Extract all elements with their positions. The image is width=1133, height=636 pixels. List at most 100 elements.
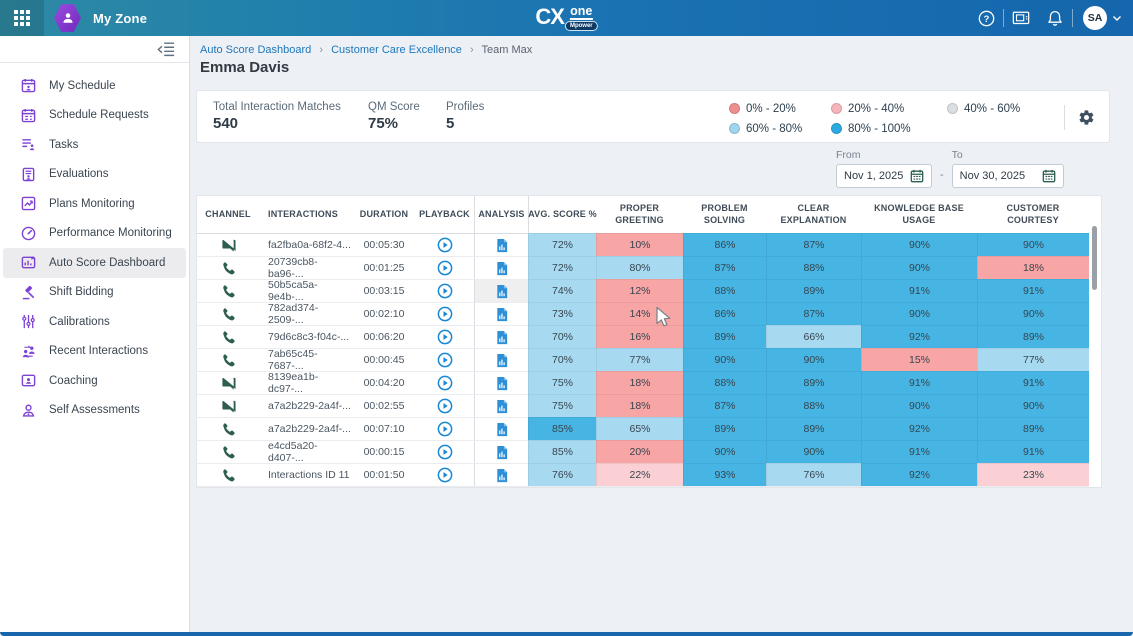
phone-icon <box>221 330 235 344</box>
phone-icon <box>221 261 235 275</box>
play-button[interactable] <box>437 352 453 368</box>
user-avatar[interactable]: SA <box>1083 6 1107 30</box>
sidebar-item-label: Calibrations <box>49 316 110 328</box>
score-cell: 87% <box>766 233 861 256</box>
avg-score-cell: 70% <box>528 325 596 348</box>
table-row: 7ab65c45-7687-...00:00:4570%77%90%90%15%… <box>197 349 1089 372</box>
breadcrumb: Auto Score Dashboard › Customer Care Exc… <box>200 44 532 56</box>
sidebar-item-recent-interactions[interactable]: Recent Interactions <box>3 337 186 367</box>
play-button[interactable] <box>437 421 453 437</box>
score-cell: 88% <box>766 394 861 417</box>
calendar-icon <box>910 169 924 183</box>
legend-item[interactable]: 60% - 80% <box>729 123 831 135</box>
agent-screen-button[interactable] <box>1004 0 1038 36</box>
scrollbar-thumb[interactable] <box>1092 226 1097 290</box>
play-icon <box>437 283 453 299</box>
analysis-report-icon <box>495 330 509 345</box>
from-date-input[interactable]: Nov 1, 2025 <box>836 164 932 188</box>
phone-icon <box>221 353 235 367</box>
analysis-button[interactable] <box>495 445 509 460</box>
table-row: a7a2b229-2a4f-...00:07:1085%65%89%89%92%… <box>197 418 1089 441</box>
sidebar-item-tasks[interactable]: Tasks <box>3 130 186 160</box>
duration-cell: 00:00:15 <box>353 441 415 463</box>
sidebar-item-shift-bidding[interactable]: Shift Bidding <box>3 278 186 308</box>
plans-chart-icon <box>21 196 36 211</box>
channel-cell <box>197 234 259 256</box>
breadcrumb-link-auto-score-dashboard[interactable]: Auto Score Dashboard <box>200 44 311 56</box>
play-button[interactable] <box>437 329 453 345</box>
avg-score-cell: 74% <box>528 279 596 302</box>
breadcrumb-link-customer-care-excellence[interactable]: Customer Care Excellence <box>331 44 462 56</box>
score-cell: 66% <box>766 325 861 348</box>
analysis-button[interactable] <box>495 399 509 414</box>
sidebar-item-label: Coaching <box>49 375 98 387</box>
sidebar-collapse-button[interactable] <box>0 36 189 63</box>
page-title: Emma Davis <box>200 59 289 76</box>
sidebar-item-my-schedule[interactable]: My Schedule <box>3 71 186 101</box>
legend-item[interactable]: 40% - 60% <box>947 103 1051 115</box>
score-cell: 92% <box>861 325 977 348</box>
stat-profiles: Profiles 5 <box>446 101 506 132</box>
avg-score-cell: 72% <box>528 256 596 279</box>
main-content: Auto Score Dashboard › Customer Care Exc… <box>190 36 1133 632</box>
score-cell: 90% <box>977 302 1089 325</box>
notifications-button[interactable] <box>1038 0 1072 36</box>
chevron-down-icon[interactable] <box>1111 12 1123 24</box>
sidebar-item-calibrations[interactable]: Calibrations <box>3 307 186 337</box>
play-button[interactable] <box>437 398 453 414</box>
play-button[interactable] <box>437 375 453 391</box>
score-cell: 77% <box>977 348 1089 371</box>
sidebar-item-performance-monitoring[interactable]: Performance Monitoring <box>3 219 186 249</box>
to-date-group: To Nov 30, 2025 <box>952 149 1064 188</box>
analysis-report-icon <box>495 399 509 414</box>
legend-item[interactable]: 80% - 100% <box>831 123 947 135</box>
interactions-table: CHANNELINTERACTIONSDURATIONPLAYBACKANALY… <box>196 195 1102 488</box>
table-row: 8139ea1b-dc97-...00:04:2075%18%88%89%91%… <box>197 372 1089 395</box>
legend-item[interactable]: 0% - 20% <box>729 103 831 115</box>
analysis-button[interactable] <box>495 376 509 391</box>
play-button[interactable] <box>437 444 453 460</box>
avg-score-cell: 75% <box>528 394 596 417</box>
sliders-icon <box>21 314 36 329</box>
analysis-button[interactable] <box>495 422 509 437</box>
avg-score-cell: 85% <box>528 417 596 440</box>
analysis-button[interactable] <box>495 238 509 253</box>
legend-item[interactable]: 20% - 40% <box>831 103 947 115</box>
analysis-button[interactable] <box>495 284 509 299</box>
analysis-button[interactable] <box>495 307 509 322</box>
score-cell: 93% <box>683 463 766 486</box>
play-button[interactable] <box>437 260 453 276</box>
analysis-button[interactable] <box>495 468 509 483</box>
sidebar-item-coaching[interactable]: Coaching <box>3 366 186 396</box>
play-button[interactable] <box>437 237 453 253</box>
sidebar-item-self-assessments[interactable]: Self Assessments <box>3 396 186 426</box>
sidebar-item-auto-score-dashboard[interactable]: Auto Score Dashboard <box>3 248 186 278</box>
score-cell: 90% <box>861 302 977 325</box>
sidebar-item-schedule-requests[interactable]: Schedule Requests <box>3 101 186 131</box>
app-launcher-button[interactable] <box>0 0 44 36</box>
duration-cell: 00:06:20 <box>353 326 415 348</box>
evaluations-clipboard-icon <box>21 167 36 182</box>
play-icon <box>437 329 453 345</box>
sidebar-item-evaluations[interactable]: Evaluations <box>3 160 186 190</box>
play-button[interactable] <box>437 306 453 322</box>
interaction-id-cell: 8139ea1b-dc97-... <box>259 372 353 394</box>
play-button[interactable] <box>437 283 453 299</box>
play-button[interactable] <box>437 467 453 483</box>
settings-button[interactable] <box>1075 106 1097 128</box>
playback-cell <box>415 441 474 463</box>
analysis-button[interactable] <box>495 353 509 368</box>
analysis-button[interactable] <box>495 330 509 345</box>
to-date-input[interactable]: Nov 30, 2025 <box>952 164 1064 188</box>
duration-cell: 00:04:20 <box>353 372 415 394</box>
sidebar-item-plans-monitoring[interactable]: Plans Monitoring <box>3 189 186 219</box>
analysis-button[interactable] <box>495 261 509 276</box>
column-header: CUSTOMER COURTESY <box>977 196 1089 233</box>
gavel-icon <box>21 285 36 300</box>
score-cell: 77% <box>596 348 683 371</box>
playback-cell <box>415 326 474 348</box>
help-button[interactable]: ? <box>969 0 1003 36</box>
sidebar-nav: My Schedule Schedule Requests Tasks Eval… <box>0 63 189 425</box>
channel-cell <box>197 280 259 302</box>
legend-label: 80% - 100% <box>848 123 911 135</box>
